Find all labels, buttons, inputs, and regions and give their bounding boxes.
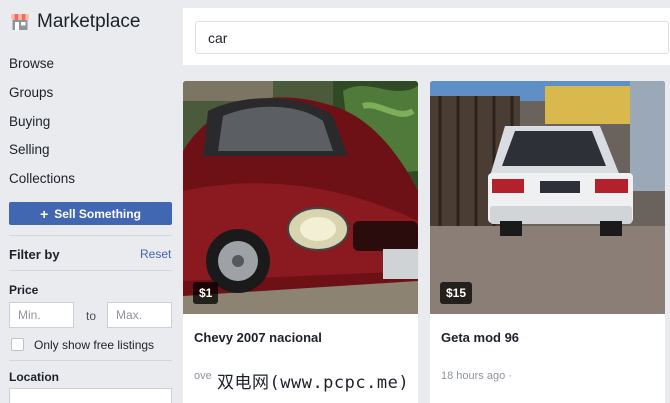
price-label: Price [9, 283, 39, 297]
free-listings-label[interactable]: Only show free listings [34, 338, 154, 352]
price-max-input[interactable] [107, 302, 172, 328]
listing-meta: ove [194, 370, 212, 382]
price-badge: $1 [193, 282, 219, 304]
listing-card[interactable]: $1 Chevy 2007 nacional ove [183, 81, 418, 403]
location-label: Location [9, 370, 59, 384]
sidebar-item-groups[interactable]: Groups [9, 85, 53, 100]
listing-card[interactable]: $15 Geta mod 96 18 hours ago · [430, 81, 665, 403]
brand[interactable]: Marketplace [10, 10, 141, 34]
reset-link[interactable]: Reset [140, 247, 171, 261]
price-badge: $15 [440, 282, 473, 304]
divider [9, 270, 172, 271]
location-field[interactable] [9, 388, 172, 403]
listing-image: $1 [183, 81, 418, 314]
sell-something-button[interactable]: + Sell Something [9, 202, 172, 225]
price-separator: to [86, 309, 97, 323]
watermark: 双电网(www.pcpc.me) [217, 373, 410, 393]
app-title: Marketplace [37, 11, 141, 32]
listing-title: Geta mod 96 [441, 330, 520, 345]
listing-meta: 18 hours ago · [441, 370, 512, 382]
sidebar-item-selling[interactable]: Selling [9, 142, 50, 157]
listing-image: $15 [430, 81, 665, 314]
price-min-input[interactable] [9, 302, 74, 328]
filter-title: Filter by [9, 247, 60, 262]
divider [9, 235, 172, 236]
sidebar: Marketplace Browse Groups Buying Selling… [0, 0, 183, 403]
sidebar-item-collections[interactable]: Collections [9, 171, 75, 186]
sidebar-item-browse[interactable]: Browse [9, 56, 54, 71]
sidebar-item-buying[interactable]: Buying [9, 114, 50, 129]
divider [9, 360, 172, 361]
search-bar [183, 8, 670, 65]
storefront-icon [10, 12, 30, 32]
sell-something-label: Sell Something [54, 206, 141, 221]
free-listings-checkbox[interactable] [11, 338, 24, 351]
listing-title: Chevy 2007 nacional [194, 330, 322, 345]
search-input[interactable] [195, 21, 669, 54]
plus-icon: + [40, 205, 49, 222]
